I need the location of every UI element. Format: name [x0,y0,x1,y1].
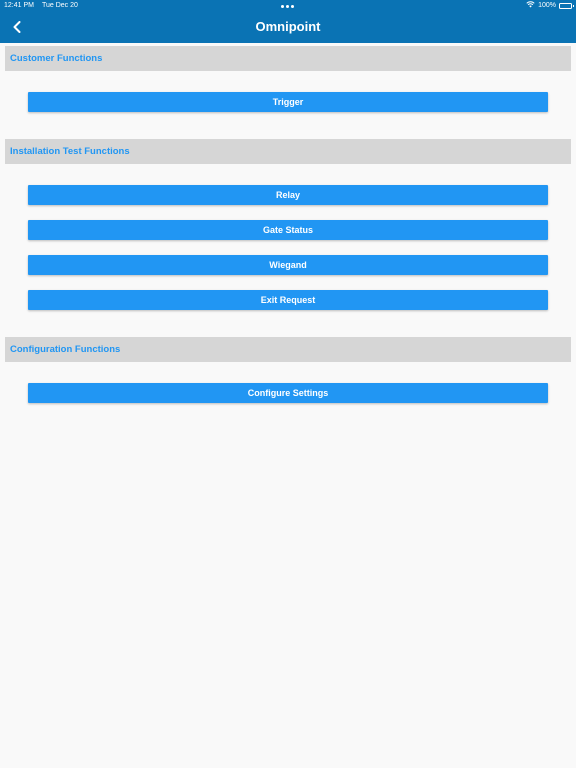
gate-status-button[interactable]: Gate Status [28,220,548,240]
status-date: Tue Dec 20 [41,2,78,9]
relay-button[interactable]: Relay [28,185,548,205]
section-header-customer-functions: Customer Functions [5,46,571,71]
exit-request-button[interactable]: Exit Request [28,290,548,310]
status-bar-right: 100% [526,1,574,10]
battery-icon [559,2,574,9]
navigation-bar: 12:41 PM Tue Dec 20 100% Omnipoint [0,0,576,43]
configure-settings-button[interactable]: Configure Settings [28,383,548,403]
multitasking-dots-icon[interactable] [281,5,294,8]
wiegand-button[interactable]: Wiegand [28,255,548,275]
trigger-button[interactable]: Trigger [28,92,548,112]
battery-percent: 100% [538,2,556,9]
section-header-installation-test-functions: Installation Test Functions [5,139,571,164]
status-bar-left: 12:41 PM Tue Dec 20 [4,2,78,9]
wifi-icon [526,1,535,10]
status-time: 12:41 PM [4,2,34,9]
section-header-configuration-functions: Configuration Functions [5,337,571,362]
page-title: Omnipoint [255,19,321,34]
